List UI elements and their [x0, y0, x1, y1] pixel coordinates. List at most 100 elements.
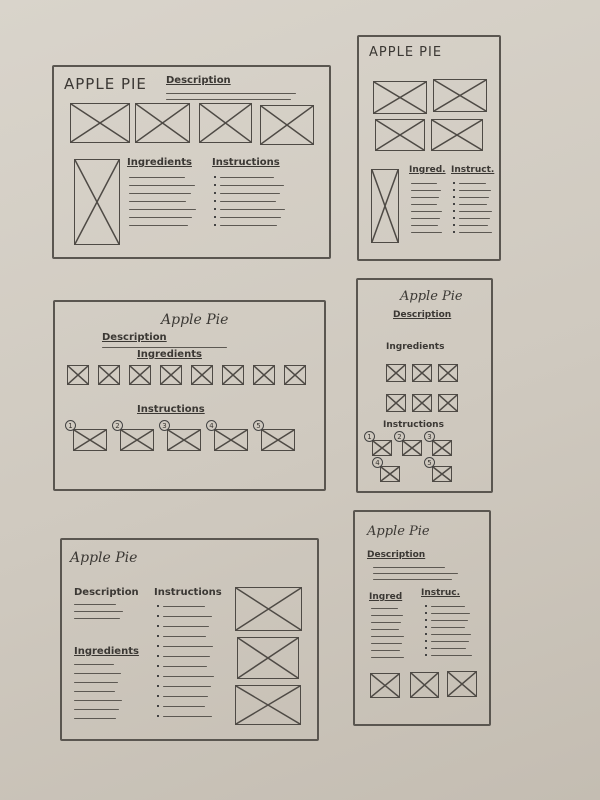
image-placeholder — [167, 429, 201, 451]
text-line-placeholder — [459, 211, 492, 212]
bullet-dot — [157, 605, 159, 607]
bullet-dot — [453, 182, 455, 184]
image-placeholder — [191, 365, 213, 385]
step-number: 2 — [394, 431, 405, 442]
image-placeholder — [237, 637, 299, 679]
text-line-placeholder — [459, 218, 490, 219]
instructions-label: Instruc. — [421, 588, 461, 598]
text-line-placeholder — [163, 716, 212, 717]
cross-icon — [434, 80, 486, 111]
image-placeholder — [431, 119, 483, 151]
text-line-placeholder — [163, 666, 207, 667]
bullet-dot — [157, 715, 159, 717]
text-line-placeholder — [459, 232, 493, 233]
image-placeholder — [412, 394, 432, 412]
cross-icon — [168, 430, 200, 450]
text-line-placeholder — [459, 190, 491, 191]
bullet-dot — [214, 192, 216, 194]
text-line-placeholder — [459, 197, 489, 198]
bullet-dot — [157, 635, 159, 637]
wireframe-mobile-2: Apple Pie Description Ingredients Instru… — [356, 278, 493, 493]
ingredients-label: Ingredients — [127, 157, 192, 168]
instructions-label: Instructions — [212, 157, 280, 168]
bullet-dot — [214, 224, 216, 226]
text-line-placeholder — [220, 209, 286, 210]
description-label: Description — [102, 332, 167, 343]
image-placeholder — [284, 365, 306, 385]
text-line-placeholder — [163, 696, 208, 697]
text-line-placeholder — [129, 185, 195, 186]
bullet-dot — [453, 231, 455, 233]
text-line-placeholder — [220, 193, 280, 194]
instructions-label: Instructions — [154, 587, 222, 598]
step-number: 3 — [424, 431, 435, 442]
cross-icon — [74, 430, 106, 450]
cross-icon — [387, 365, 405, 381]
text-line-placeholder — [129, 217, 192, 218]
cross-icon — [262, 430, 294, 450]
text-line-placeholder — [163, 646, 213, 647]
wireframe-title: Apple Pie — [367, 524, 430, 539]
cross-icon — [192, 366, 212, 384]
bullet-dot — [157, 695, 159, 697]
bullet-dot — [425, 633, 427, 635]
text-line-placeholder — [220, 185, 284, 186]
text-line-placeholder — [163, 616, 212, 617]
wireframe-title: Apple Pie — [70, 550, 138, 566]
text-line-placeholder — [411, 197, 440, 198]
cross-icon — [448, 672, 476, 696]
text-line-placeholder — [459, 204, 487, 205]
wireframe-mobile-1: APPLE PIE Ingred. Instruct. — [357, 35, 501, 261]
text-line-placeholder — [371, 615, 403, 616]
text-line-placeholder — [163, 706, 205, 707]
image-placeholder — [432, 440, 452, 456]
text-line-placeholder — [373, 573, 458, 574]
cross-icon — [433, 467, 451, 481]
bullet-dot — [157, 685, 159, 687]
image-placeholder — [120, 429, 154, 451]
cross-icon — [121, 430, 153, 450]
cross-icon — [374, 82, 426, 113]
image-placeholder — [432, 466, 452, 482]
text-line-placeholder — [163, 656, 210, 657]
text-line-placeholder — [371, 657, 405, 658]
image-placeholder — [235, 587, 302, 631]
text-line-placeholder — [74, 604, 116, 605]
cross-icon — [411, 673, 438, 697]
ingredients-label: Ingred. — [409, 165, 446, 175]
cross-icon — [413, 395, 431, 411]
cross-icon — [439, 395, 457, 411]
bullet-dot — [425, 647, 427, 649]
bullet-dot — [157, 655, 159, 657]
bullet-dot — [425, 640, 427, 642]
image-placeholder — [447, 671, 477, 697]
step-number: 1 — [364, 431, 375, 442]
wireframe-desktop-3: Apple Pie Description Ingredients Instru… — [60, 538, 319, 741]
bullet-dot — [157, 615, 159, 617]
cross-icon — [387, 395, 405, 411]
text-line-placeholder — [371, 608, 399, 609]
bullet-dot — [157, 625, 159, 627]
text-line-placeholder — [431, 620, 468, 621]
text-line-placeholder — [373, 567, 445, 568]
cross-icon — [371, 674, 399, 697]
image-placeholder — [253, 365, 275, 385]
cross-icon — [432, 120, 482, 150]
cross-icon — [433, 441, 451, 455]
text-line-placeholder — [220, 201, 276, 202]
text-line-placeholder — [74, 673, 121, 674]
bullet-dot — [425, 605, 427, 607]
image-placeholder — [70, 103, 130, 143]
text-line-placeholder — [129, 225, 188, 226]
image-placeholder — [410, 672, 439, 698]
cross-icon — [403, 441, 421, 455]
image-placeholder — [386, 394, 406, 412]
text-line-placeholder — [163, 676, 214, 677]
cross-icon — [200, 104, 251, 142]
bullet-dot — [214, 216, 216, 218]
image-placeholder — [260, 105, 314, 145]
image-placeholder — [214, 429, 248, 451]
wireframe-title: APPLE PIE — [369, 45, 443, 60]
text-line-placeholder — [431, 634, 472, 635]
image-placeholder — [433, 79, 487, 112]
